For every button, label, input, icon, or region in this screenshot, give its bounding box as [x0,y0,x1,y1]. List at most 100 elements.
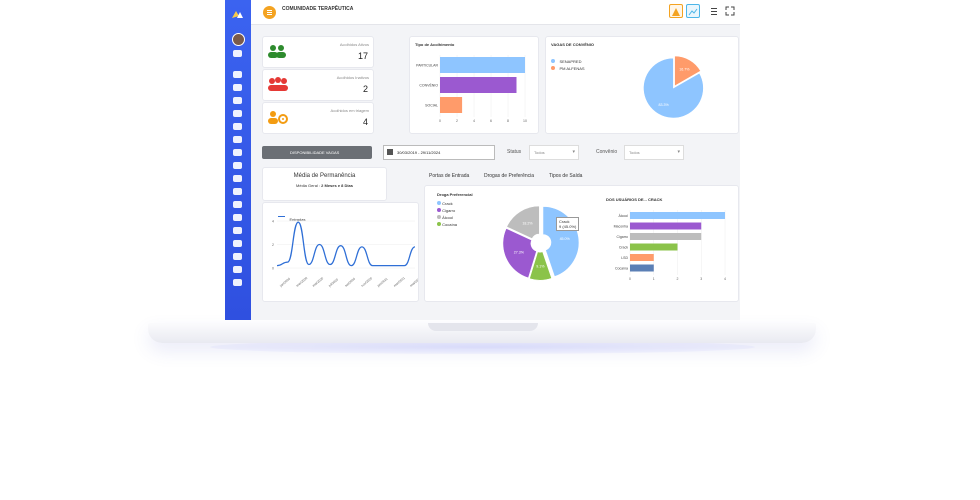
users-triage-icon [267,109,289,130]
card-icon[interactable] [233,240,242,247]
print-icon[interactable] [233,266,242,273]
header-bar [251,0,740,25]
stat-label: Acolhidos Ativos [339,42,369,47]
usuarios-crack-title: DOS USUÁRIOS DE... CRACK [606,197,663,202]
file-icon[interactable] [233,136,242,143]
category-label: Cocaína [615,267,628,271]
legend-cocaina: Cocaína [437,222,457,227]
permanencia-line-chart: 0 2 4 jan/2020 mar/2020 mai/2020 jul/2020 set/2… [272,220,418,289]
bar [440,57,525,73]
chevron-down-icon: ▾ [677,149,680,155]
logo-icon [231,6,244,18]
y-tick-label: 2 [272,243,274,247]
x-tick-label: 0 [629,277,631,281]
grid-icon[interactable] [233,253,242,260]
menu-toggle-icon[interactable] [263,6,276,19]
bar [440,77,517,93]
permanencia-chart-card: Entradas 0 2 4 jan/2020 mar/2020 mai/2020 jul/… [262,202,419,302]
eye-icon[interactable] [233,97,242,104]
bar [630,233,702,240]
report-icon[interactable] [233,162,242,169]
calendar-icon[interactable] [233,214,242,221]
convenio-label: Convênio [596,149,618,155]
slice-label: 9.1% [536,264,545,268]
group-icon[interactable] [233,227,242,234]
bar [630,264,654,272]
chart-icon[interactable] [233,188,242,195]
disponibilidade-vagas-button[interactable]: DISPONIBILIDADE VAGAS [262,146,372,159]
stat-label: Acolhidos em triagem [330,108,369,113]
legend-crack: Crack [437,201,453,206]
fullscreen-icon[interactable] [724,4,736,16]
edit-icon[interactable] [233,175,242,182]
category-label: Álcool [618,214,628,218]
category-label: LSD [621,256,628,260]
drogas-card: Droga Preferencial Crack Cigarro Álcool … [424,185,739,302]
page-title: COMUNIDADE TERAPÊUTICA [282,6,354,12]
slice-label: 16.7% [679,67,690,71]
droga-pref-title: Droga Preferencial [437,192,473,197]
x-tick-label: jan/2020 [278,277,291,289]
chart-title: Tipo de Acolhimento [415,42,455,47]
x-tick-label: 2 [677,277,679,281]
series-line [276,221,416,267]
avatar[interactable] [232,33,245,46]
slice-label: 83.3% [659,103,670,107]
bar [630,222,702,230]
permanencia-title: Média de Permanência [293,173,356,179]
home-icon[interactable] [233,110,242,117]
stat-card-active: Acolhidos Ativos 17 [262,36,374,68]
x-tick-label: nov/2020 [360,276,373,288]
slice-label: 18.2% [522,222,533,226]
stat-value: 4 [362,117,368,127]
x-tick-label: mai/2021 [409,276,418,288]
calendar-small-icon [387,149,393,155]
convenio-select[interactable]: Todos ▾ [624,145,684,160]
x-tick-label: mar/2020 [295,276,308,288]
status-select[interactable]: Todos ▾ [529,145,579,160]
sidebar [225,0,251,320]
list-icon[interactable] [708,4,720,16]
tab-portas-entrada[interactable]: Portas de Entrada [429,173,469,179]
y-tick-label: 0 [272,267,274,271]
clipboard-icon[interactable] [233,149,242,156]
building-icon[interactable] [233,123,242,130]
chevron-down-icon: ▾ [572,149,575,155]
laptop-screen: COMUNIDADE TERAPÊUTICA Acolhidos Ativos … [225,0,740,320]
stat-card-inactive: Acolhidos Inativos 2 [262,69,374,101]
stat-value: 17 [357,51,368,61]
stat-card-triage: Acolhidos em triagem 4 [262,102,374,134]
settings-icon[interactable] [233,279,242,286]
document-icon[interactable] [233,50,242,57]
laptop-notch [428,323,538,331]
droga-preferencial-pie: 45.0% 9.1% 27.3% 18.2% [502,205,580,281]
slice-label: 45.0% [560,237,571,241]
stat-value: 2 [362,84,368,94]
bar [630,243,678,251]
chart-view-icon[interactable] [686,4,700,18]
usuarios-crack-chart: 0 1 2 3 4 Álcool Maconha Cigarro Crack LSD Cocaína [614,210,726,281]
category-label: PARTICULAR [416,64,438,68]
permanencia-card: Média de Permanência Média Geral : 2 Mes… [262,167,387,201]
warning-icon[interactable] [233,201,242,208]
legend-cigarro: Cigarro [437,208,455,213]
date-range-input[interactable]: 30/03/2019 - 29/11/2024 [383,145,495,160]
slice-label: 27.3% [514,251,525,255]
x-tick-label: 4 [724,277,726,281]
x-tick-label: 3 [700,277,702,281]
category-label: Crack [619,246,628,250]
x-tick-label: 4 [473,119,475,123]
alert-icon[interactable] [669,4,683,18]
bar [440,97,463,113]
category-label: Cigarro [617,235,629,239]
x-tick-label: 10 [523,119,527,123]
tab-tipos-saida[interactable]: Tipos de Saída [549,173,582,179]
dashboard-icon[interactable] [233,71,242,78]
x-tick-label: set/2020 [344,277,356,288]
users-active-icon [267,43,287,64]
users-inactive-icon [267,76,289,97]
category-label: CONVÊNIO [419,83,438,88]
users-icon[interactable] [233,84,242,91]
category-label: Maconha [614,225,628,229]
tab-drogas-preferencia[interactable]: Drogas de Preferência [484,173,534,179]
